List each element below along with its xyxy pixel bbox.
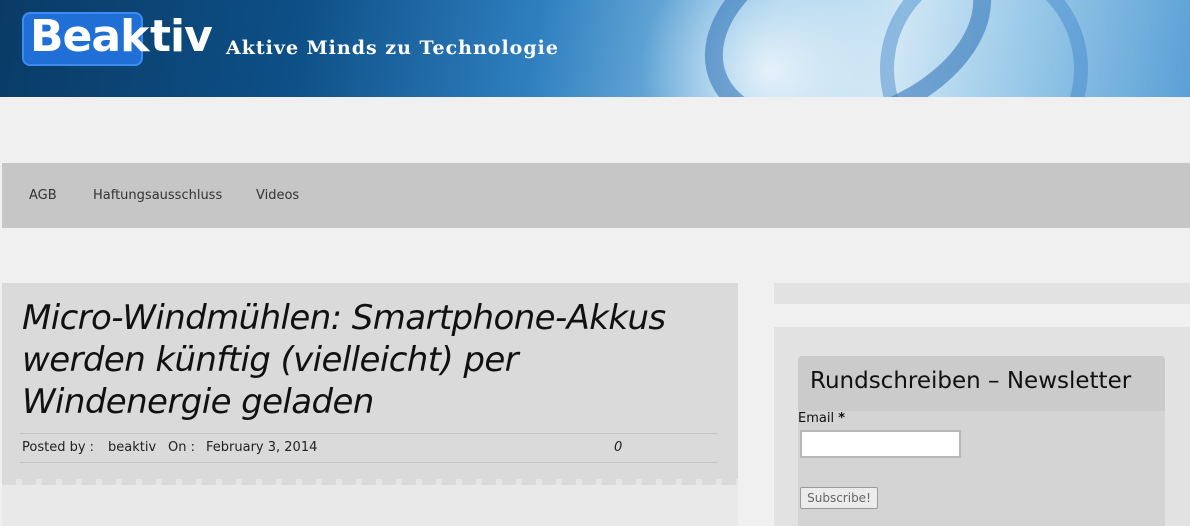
nav-item-agb[interactable]: AGB [29, 163, 57, 228]
email-label: Email * [798, 411, 845, 426]
next-section [2, 485, 738, 526]
newsletter-widget: Rundschreiben – Newsletter Email * Subsc… [798, 356, 1165, 526]
nav-item-videos[interactable]: Videos [256, 163, 299, 228]
logo-text-beak: Beak [30, 11, 149, 62]
logo-text-tiv: tiv [150, 11, 213, 62]
subscribe-button[interactable]: Subscribe! [800, 487, 878, 509]
site-header: Beak tiv Aktive Minds zu Technologie [0, 0, 1190, 97]
posted-by-label: Posted by : [22, 440, 95, 455]
sidebar-top-strip [774, 283, 1190, 304]
main-navigation: AGB Haftungsausschluss Videos [2, 163, 1190, 228]
site-tagline: Aktive Minds zu Technologie [226, 37, 559, 59]
widget-title: Rundschreiben – Newsletter [810, 368, 1132, 394]
on-label: On : [168, 440, 195, 455]
nav-item-haftungsausschluss[interactable]: Haftungsausschluss [93, 163, 222, 228]
widget-header: Rundschreiben – Newsletter [798, 356, 1165, 411]
post-divider [2, 479, 738, 526]
email-label-text: Email [798, 411, 835, 426]
post-author[interactable]: beaktiv [108, 434, 156, 462]
required-marker: * [838, 411, 846, 426]
banner-decoration [880, 0, 1088, 97]
post-card: Micro-Windmühlen: Smartphone-Akkus werde… [2, 283, 738, 479]
post-title[interactable]: Micro-Windmühlen: Smartphone-Akkus werde… [22, 297, 722, 423]
email-field[interactable] [800, 430, 961, 458]
post-date: February 3, 2014 [206, 440, 318, 455]
post-meta: Posted by : beaktiv On : February 3, 201… [20, 433, 718, 463]
comment-count[interactable]: 0 [614, 434, 622, 462]
site-logo[interactable]: Beak tiv [0, 0, 213, 80]
